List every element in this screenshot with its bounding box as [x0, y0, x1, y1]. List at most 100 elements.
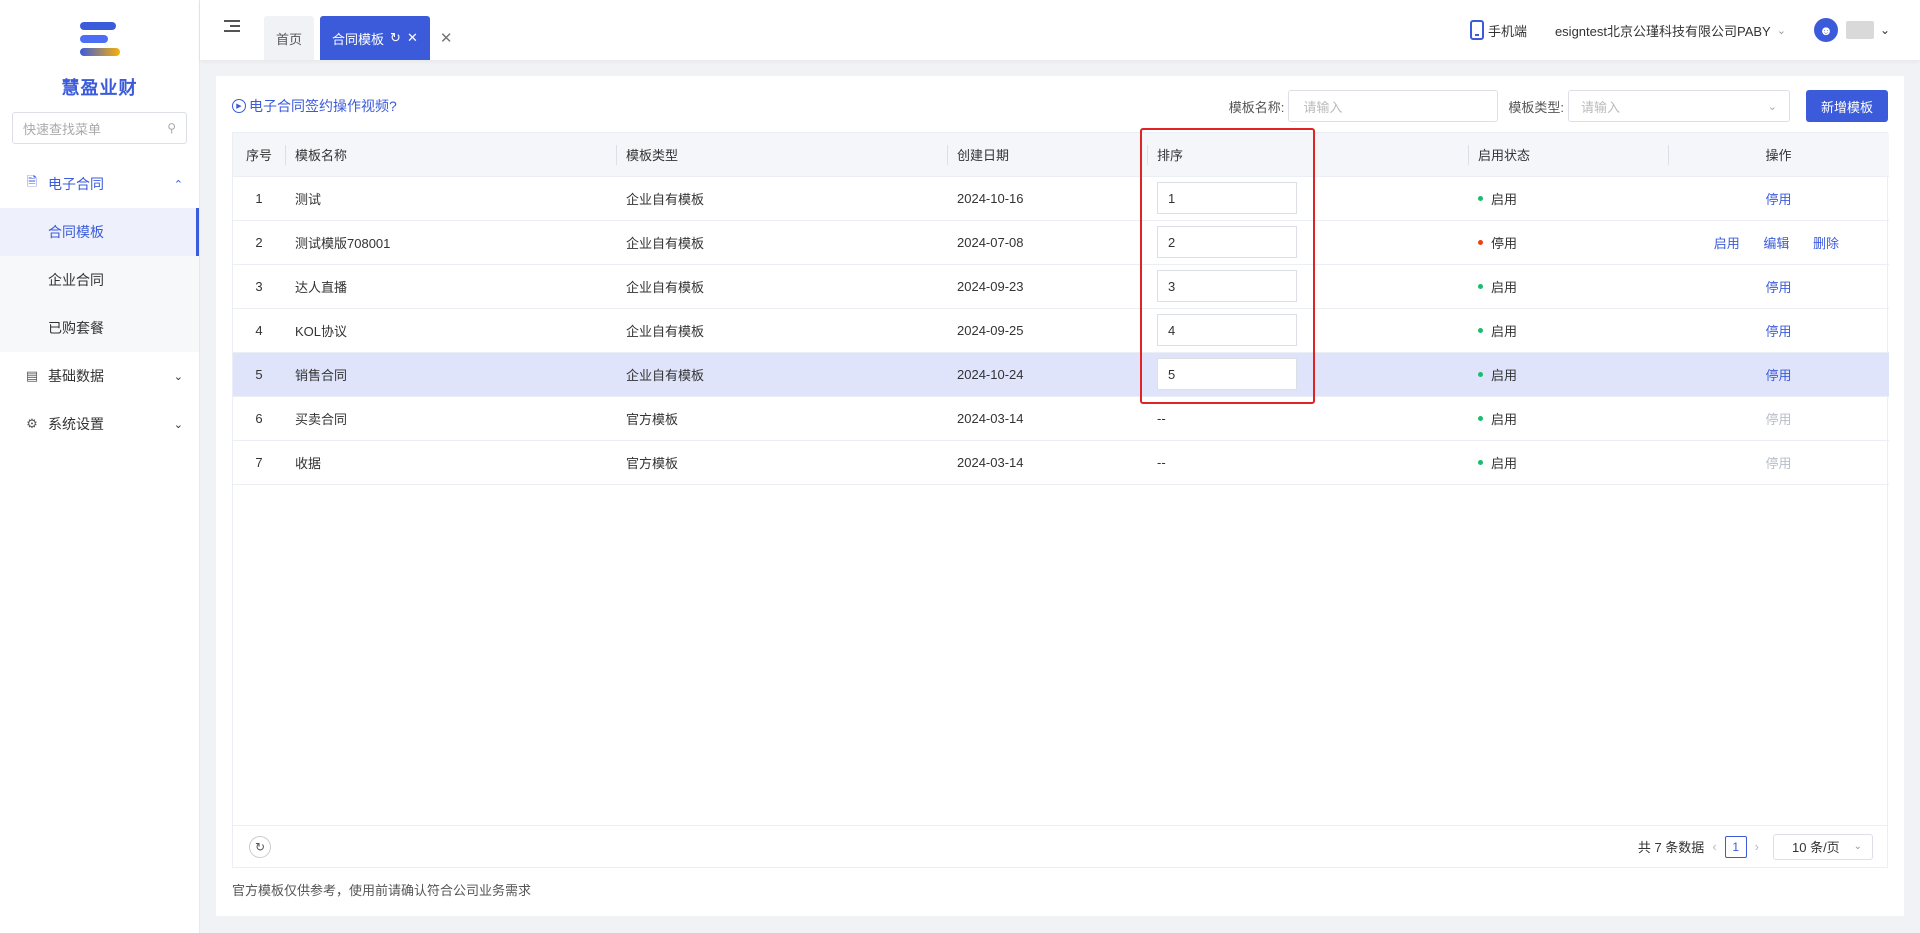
mobile-phone-icon [1469, 20, 1484, 40]
cell-date: 2024-07-08 [947, 220, 1147, 265]
user-name-placeholder[interactable] [1845, 21, 1874, 39]
page-tabs: 首页 合同模板 ↻ ✕ ✕ [264, 16, 452, 60]
cell-name: KOL协议 [285, 308, 616, 353]
cell-actions: 启用 编辑 删除 [1668, 220, 1889, 265]
table-body: 1 测试 企业自有模板 2024-10-16 1 启用 停用 2 测试模版708… [233, 176, 1889, 485]
template-name-label: 模板名称: [1228, 99, 1285, 115]
menu-search-input[interactable]: 快速查找菜单 ⚲ [12, 112, 187, 144]
chevron-down-icon[interactable]: ⌄ [1880, 23, 1890, 37]
sort-input[interactable]: 1 [1157, 182, 1297, 214]
status-text: 启用 [1491, 191, 1518, 207]
disable-button-disabled: 停用 [1765, 455, 1792, 471]
cell-status: 启用 [1468, 440, 1668, 485]
next-page-icon[interactable]: › [1755, 839, 1759, 854]
cell-index: 1 [233, 176, 285, 221]
filter-bar: 模板名称: 请输入 模板类型: 请输入 ⌄ 新增模板 [1229, 90, 1888, 122]
cell-sort: 1 [1147, 176, 1468, 221]
menu-search-placeholder: 快速查找菜单 [23, 121, 102, 137]
toolbar: ▶ 电子合同签约操作视频? 模板名称: 请输入 模板类型: 请输入 ⌄ 新增模板 [232, 90, 1888, 122]
company-name: esigntest北京公瑾科技有限公司PABY [1554, 23, 1771, 39]
sidebar-item-contract-template[interactable]: 合同模板 [0, 208, 199, 256]
tab-home[interactable]: 首页 [264, 16, 315, 60]
prev-page-icon[interactable]: ‹ [1712, 839, 1716, 854]
status-dot [1478, 371, 1483, 377]
close-all-tabs-icon[interactable]: ✕ [440, 29, 453, 47]
sort-input[interactable]: 3 [1157, 270, 1297, 302]
page-number[interactable]: 1 [1724, 835, 1747, 858]
mobile-link[interactable]: 手机端 [1469, 20, 1527, 40]
col-header-sort: 排序 [1147, 133, 1468, 177]
cell-actions: 停用 [1668, 396, 1889, 441]
sidebar-item-label: 系统设置 [48, 416, 104, 432]
add-template-button[interactable]: 新增模板 [1805, 90, 1888, 122]
table-header-row: 序号 模板名称 模板类型 创建日期 排序 启用状态 操作 [233, 133, 1889, 177]
cell-sort: -- [1147, 396, 1468, 441]
disable-button[interactable]: 停用 [1765, 368, 1791, 383]
cell-date: 2024-03-14 [947, 396, 1147, 441]
cell-sort: -- [1147, 440, 1468, 485]
sidebar-item-purchased-packages[interactable]: 已购套餐 [0, 304, 199, 352]
cell-index: 3 [233, 264, 285, 309]
refresh-icon[interactable]: ↻ [249, 835, 271, 858]
top-header: 首页 合同模板 ↻ ✕ ✕ 手机端 esigntest北京公瑾科技有限公司PAB… [200, 0, 1920, 60]
cell-name: 测试 [285, 176, 616, 221]
pagination-bar: ↻ 共 7 条数据 ‹ 1 › 10 条/页 ⌄ [233, 825, 1887, 867]
app-logo[interactable]: 慧盈业财 [0, 0, 199, 110]
template-type-select[interactable]: 请输入 ⌄ [1567, 90, 1790, 122]
cell-date: 2024-10-16 [947, 176, 1147, 221]
cell-name: 达人直播 [285, 264, 616, 309]
play-circle-icon: ▶ [232, 99, 246, 113]
disable-button[interactable]: 停用 [1765, 280, 1791, 295]
chevron-down-icon: ⌄ [1767, 100, 1777, 113]
app-name: 慧盈业财 [61, 78, 138, 98]
sort-input[interactable]: 2 [1157, 226, 1297, 258]
delete-button[interactable]: 删除 [1813, 236, 1839, 251]
chevron-down-icon: ⌄ [1776, 24, 1786, 37]
main-panel: ▶ 电子合同签约操作视频? 模板名称: 请输入 模板类型: 请输入 ⌄ 新增模板 [216, 76, 1904, 916]
side-menu: 🗎 电子合同 ⌃ 合同模板 企业合同 已购套餐 ▤ 基础数据 ⌄ ⚙ 系统设置 … [0, 160, 199, 448]
sidebar-item-company-contract[interactable]: 企业合同 [0, 256, 199, 304]
cell-name: 收据 [285, 440, 616, 485]
table-row: 1 测试 企业自有模板 2024-10-16 1 启用 停用 [233, 176, 1889, 221]
sidebar-item-base-data[interactable]: ▤ 基础数据 ⌄ [0, 352, 199, 400]
cell-type: 企业自有模板 [616, 308, 947, 353]
cell-index: 7 [233, 440, 285, 485]
status-text: 启用 [1491, 323, 1518, 339]
table-row: 2 测试模版708001 企业自有模板 2024-07-08 2 停用 启用 编… [233, 220, 1889, 265]
cell-index: 6 [233, 396, 285, 441]
enable-button[interactable]: 启用 [1714, 236, 1740, 251]
sidebar-item-label: 电子合同 [48, 176, 104, 192]
cell-status: 停用 [1468, 220, 1668, 265]
tab-contract-template[interactable]: 合同模板 ↻ ✕ [320, 16, 430, 60]
cell-type: 官方模板 [616, 440, 947, 485]
disable-button[interactable]: 停用 [1765, 192, 1791, 207]
user-avatar-icon[interactable]: ☻ [1813, 18, 1838, 42]
page-size-select[interactable]: 10 条/页 ⌄ [1773, 833, 1873, 860]
status-dot [1478, 239, 1483, 245]
sidebar-item-system-settings[interactable]: ⚙ 系统设置 ⌄ [0, 400, 199, 448]
disable-button[interactable]: 停用 [1765, 324, 1791, 339]
edit-button[interactable]: 编辑 [1763, 236, 1789, 251]
refresh-icon[interactable]: ↻ [390, 30, 401, 46]
cell-sort: 2 [1147, 220, 1468, 265]
sidebar-item-e-contract[interactable]: 🗎 电子合同 ⌃ [0, 160, 199, 208]
status-dot [1478, 283, 1483, 289]
template-table: 序号 模板名称 模板类型 创建日期 排序 启用状态 操作 1 测试 企业自有模板… [232, 132, 1889, 868]
cell-index: 4 [233, 308, 285, 353]
cell-index: 5 [233, 352, 285, 397]
cell-actions: 停用 [1668, 264, 1889, 309]
template-name-input[interactable]: 请输入 [1288, 90, 1499, 122]
cell-date: 2024-03-14 [947, 440, 1147, 485]
table-row: 3 达人直播 企业自有模板 2024-09-23 3 启用 停用 [233, 264, 1889, 309]
company-switcher[interactable]: esigntest北京公瑾科技有限公司PABY ⌄ [1555, 21, 1786, 40]
cell-date: 2024-09-25 [947, 308, 1147, 353]
col-header-index: 序号 [233, 133, 285, 177]
sort-input[interactable]: 4 [1157, 314, 1297, 346]
operation-video-link[interactable]: ▶ 电子合同签约操作视频? [232, 96, 397, 116]
close-icon[interactable]: ✕ [407, 30, 418, 46]
sort-input[interactable]: 5 [1157, 358, 1297, 390]
template-name-placeholder: 请输入 [1303, 99, 1343, 115]
status-text: 启用 [1491, 411, 1518, 427]
menu-toggle-icon[interactable] [224, 20, 240, 36]
status-dot [1478, 459, 1483, 465]
